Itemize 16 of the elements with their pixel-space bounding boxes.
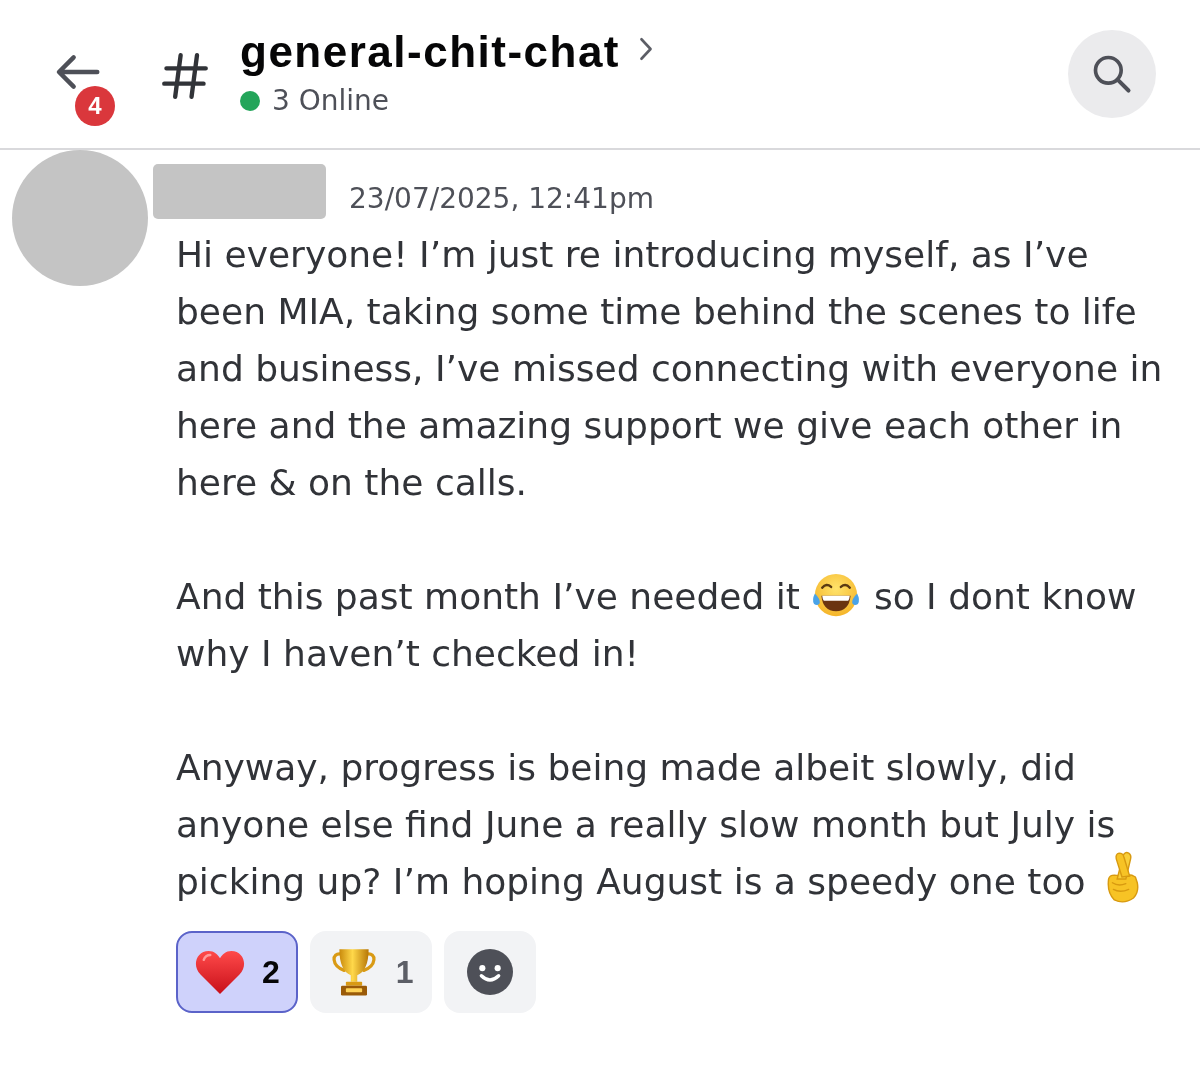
message-timestamp: 23/07/2025, 12:41pm bbox=[349, 182, 654, 215]
online-status-dot-icon bbox=[240, 91, 260, 111]
chevron-right-icon bbox=[638, 36, 654, 62]
reaction-button[interactable]: 2 bbox=[176, 931, 298, 1013]
reaction-button[interactable]: 1 bbox=[309, 931, 432, 1013]
message-text: And this past month I’ve needed it bbox=[176, 576, 800, 617]
message-text: so I dont know bbox=[873, 576, 1137, 617]
message-text: Hi everyone! I’m just re introducing myself, as I’ve been MIA, taking some time behind the scenes to life and business, I’ve missed connecting with everyone in here and the amazing support we give each other in here & on the calls. bbox=[176, 234, 1163, 503]
message-text: why I haven’t checked in! bbox=[176, 633, 640, 674]
smiley-icon bbox=[466, 949, 513, 995]
channel-title-button[interactable]: general-chit-chat bbox=[240, 26, 654, 78]
unread-badge: 4 bbox=[75, 86, 115, 126]
online-count: 3 Online bbox=[272, 84, 390, 118]
back-button[interactable]: 4 bbox=[50, 45, 116, 129]
add-reaction-button[interactable] bbox=[443, 931, 536, 1013]
message-text: picking up? I’m hoping August is a speedy one too bbox=[176, 861, 1086, 902]
